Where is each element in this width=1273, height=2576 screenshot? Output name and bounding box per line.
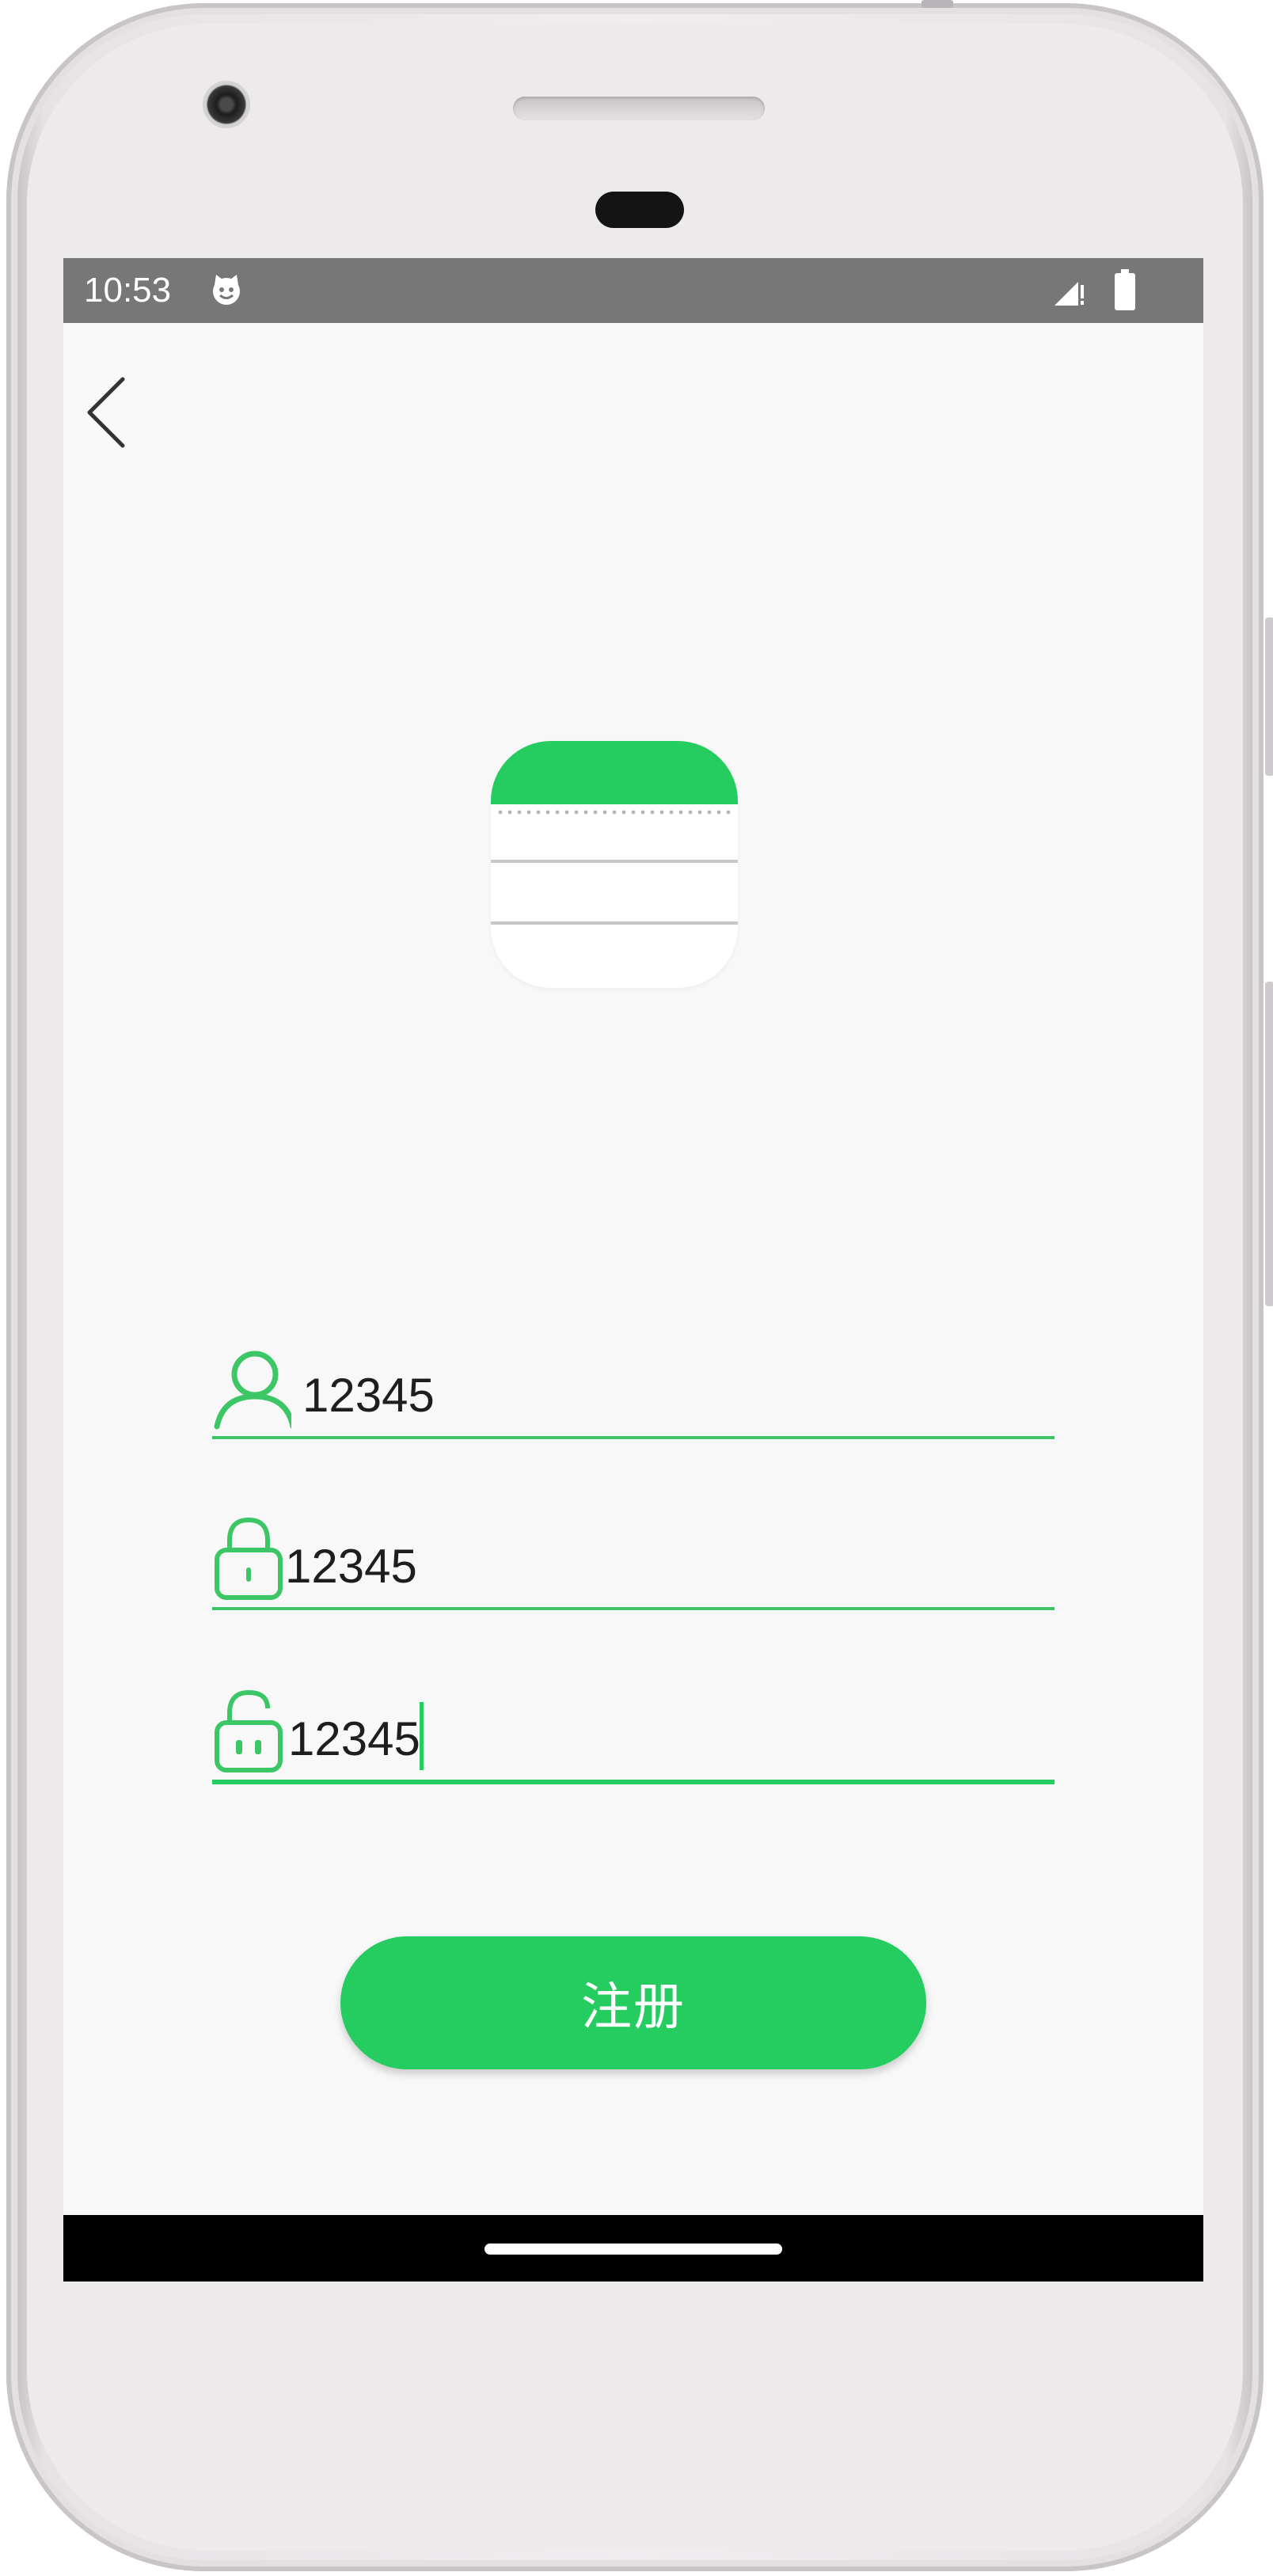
- logo-perforation: [496, 810, 733, 815]
- battery-icon: [1115, 269, 1135, 310]
- power-button: [1265, 982, 1273, 1306]
- password-input[interactable]: [285, 1534, 1054, 1598]
- text-caret: [420, 1702, 424, 1770]
- front-camera: [203, 81, 250, 128]
- status-bar: 10:53: [63, 258, 1203, 323]
- username-field: [212, 1344, 1054, 1439]
- smiley-cat-icon: [213, 275, 240, 305]
- unlock-icon: [215, 1689, 283, 1772]
- top-button: [922, 0, 953, 8]
- system-nav-bar: [63, 2215, 1203, 2282]
- register-button[interactable]: 注册: [340, 1936, 926, 2069]
- back-arrow-icon: [87, 377, 125, 448]
- logo-header-band: [491, 741, 738, 804]
- proximity-sensor: [595, 192, 684, 228]
- lock-icon: [215, 1517, 283, 1600]
- earpiece-speaker: [513, 97, 765, 120]
- back-button[interactable]: [71, 369, 142, 456]
- confirm-password-field: [212, 1688, 1054, 1784]
- user-icon: [214, 1351, 291, 1430]
- home-gesture-handle[interactable]: [484, 2244, 782, 2255]
- notes-app-icon: [491, 741, 738, 988]
- password-field: [212, 1515, 1054, 1610]
- volume-button: [1265, 617, 1273, 776]
- logo-ruled-line: [491, 921, 738, 925]
- register-button-label: 注册: [581, 1978, 686, 2037]
- username-input[interactable]: [302, 1363, 1054, 1427]
- app-screen: 10:53 12345 12345 12345 注册: [63, 258, 1203, 2282]
- logo-ruled-line: [491, 860, 738, 863]
- status-time: 10:53: [84, 271, 172, 310]
- confirm-password-input[interactable]: [288, 1707, 1054, 1770]
- signal-icon: [1054, 282, 1084, 306]
